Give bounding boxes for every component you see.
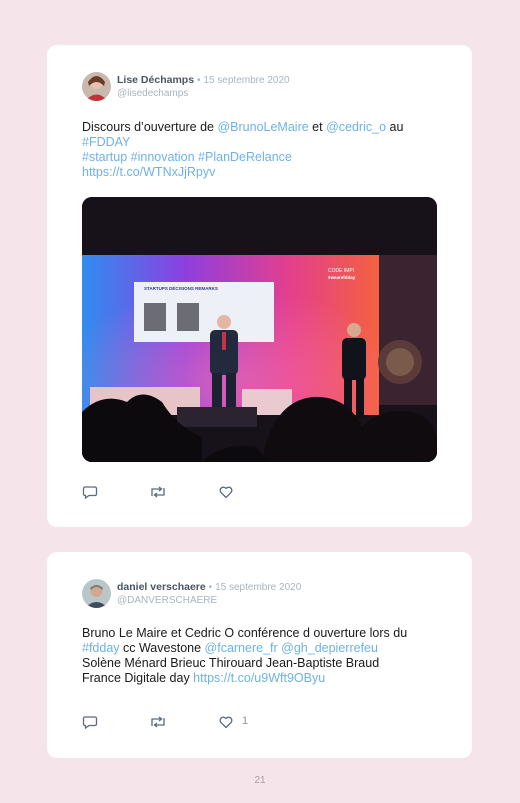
screen-brand: CODE IMPI (328, 268, 354, 274)
heart-icon[interactable] (218, 714, 236, 730)
page-number: 21 (254, 775, 266, 786)
like-count: 1 (242, 715, 249, 727)
author-handle[interactable]: @DANVERSCHAERE (117, 595, 217, 606)
url-link[interactable]: https://t.co/WTNxJjRpyv (82, 165, 442, 180)
text-line: Bruno Le Maire et Cedric O conférence d … (82, 626, 408, 640)
text-segment: et (308, 120, 327, 134)
text-segment: au (386, 120, 404, 134)
tweet-date[interactable]: 15 septembre 2020 (203, 75, 289, 86)
text-segment: Discours d’ouverture de (82, 120, 218, 134)
mention-link[interactable]: @BrunoLeMaire (217, 120, 308, 134)
tweet-text: Bruno Le Maire et Cedric O conférence d … (82, 626, 442, 686)
tweet-card: daniel verschaere • 15 septembre 2020 @D… (47, 552, 472, 758)
tweet-card: Lise Déchamps • 15 septembre 2020 @lised… (47, 45, 472, 527)
avatar[interactable] (82, 579, 111, 608)
author-handle[interactable]: @lisedechamps (117, 88, 188, 99)
text-segment: France Digitale day (82, 671, 194, 685)
url-link[interactable]: https://t.co/u9Wft9OByu (193, 671, 325, 685)
text-line: Solène Ménard Brieuc Thirouard Jean-Bapt… (82, 656, 380, 670)
retweet-icon[interactable] (149, 714, 167, 730)
author-name[interactable]: daniel verschaere (117, 581, 206, 593)
mention-link[interactable]: @cedric_o (326, 120, 386, 134)
text-segment: cc Wavestone (119, 641, 205, 655)
retweet-icon[interactable] (149, 484, 167, 500)
hashtag-link[interactable]: #FDDAY (82, 135, 442, 150)
tweet-date[interactable]: 15 septembre 2020 (215, 582, 301, 593)
slide-title: STARTUPS DÉCISIONS REMARKS (144, 284, 218, 291)
screen-tag: #wearefdday (328, 275, 356, 280)
heart-icon[interactable] (218, 484, 236, 500)
mention-link[interactable]: @fcarnere_fr (205, 641, 278, 655)
hashtag-link[interactable]: #fdday (82, 641, 120, 655)
mention-link[interactable]: @gh_depierrefeu (281, 641, 378, 655)
tweet-text: Discours d’ouverture de @BrunoLeMaire et… (82, 120, 442, 180)
avatar[interactable] (82, 72, 111, 101)
reply-icon[interactable] (82, 484, 100, 500)
hashtag-links[interactable]: #startup #innovation #PlanDeRelance (82, 150, 442, 165)
tweet-photo[interactable]: STARTUPS DÉCISIONS REMARKS CODE IMPI #we… (82, 197, 437, 462)
separator-dot: • (208, 582, 213, 593)
author-name[interactable]: Lise Déchamps (117, 74, 194, 86)
separator-dot: • (196, 75, 201, 86)
reply-icon[interactable] (82, 714, 100, 730)
